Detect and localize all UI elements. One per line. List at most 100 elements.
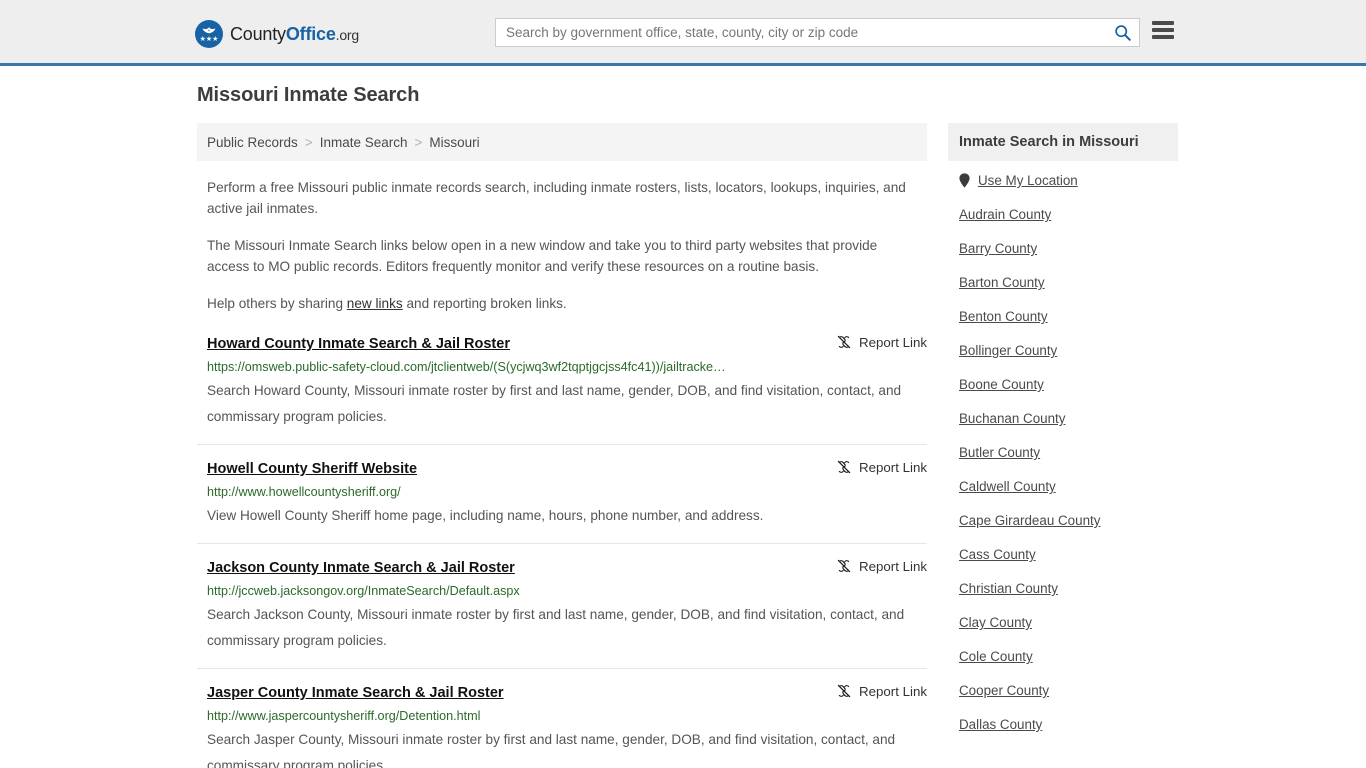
logo-text-org: .org xyxy=(335,26,360,43)
result-description: Search Jackson County, Missouri inmate r… xyxy=(207,607,905,648)
breadcrumb-item-missouri: Missouri xyxy=(429,134,480,150)
sidebar-item-county[interactable]: Buchanan County xyxy=(959,411,1178,426)
report-link-button[interactable]: Report Link xyxy=(836,683,927,699)
stars-glyph: ★★★ xyxy=(199,36,219,43)
broken-link-icon xyxy=(837,460,851,474)
result-header: Jackson County Inmate Search & Jail Rost… xyxy=(207,558,927,578)
result-header: Howard County Inmate Search & Jail Roste… xyxy=(207,334,927,354)
sidebar: Inmate Search in Missouri Use My Locatio… xyxy=(948,123,1178,751)
content-container: Missouri Inmate Search Public Records > … xyxy=(188,66,1178,768)
sidebar-item-county[interactable]: Butler County xyxy=(959,445,1178,460)
result-description: View Howell County Sheriff home page, in… xyxy=(207,508,764,523)
sidebar-item-county[interactable]: Benton County xyxy=(959,309,1178,324)
county-link[interactable]: Cass County xyxy=(959,547,1036,562)
intro-paragraph-2: The Missouri Inmate Search links below o… xyxy=(207,238,878,274)
logo-text-office: Office xyxy=(285,23,336,44)
county-link[interactable]: Barry County xyxy=(959,241,1037,256)
county-link[interactable]: Barton County xyxy=(959,275,1045,290)
sidebar-item-county[interactable]: Clay County xyxy=(959,615,1178,630)
search-input[interactable] xyxy=(496,19,1105,46)
result-item: Jasper County Inmate Search & Jail Roste… xyxy=(197,668,927,768)
site-header: ★★★ CountyOffice.org xyxy=(0,0,1366,66)
report-link-button[interactable]: Report Link xyxy=(836,558,927,574)
map-pin-icon xyxy=(959,173,970,188)
county-link[interactable]: Boone County xyxy=(959,377,1044,392)
breadcrumb: Public Records > Inmate Search > Missour… xyxy=(197,123,927,161)
result-url: http://www.jaspercountysheriff.org/Deten… xyxy=(207,709,481,723)
sidebar-title: Inmate Search in Missouri xyxy=(948,123,1178,161)
result-url: https://omsweb.public-safety-cloud.com/j… xyxy=(207,360,726,374)
county-link[interactable]: Caldwell County xyxy=(959,479,1056,494)
sidebar-item-county[interactable]: Caldwell County xyxy=(959,479,1178,494)
intro-p3-after: and reporting broken links. xyxy=(402,296,567,311)
result-header: Jasper County Inmate Search & Jail Roste… xyxy=(207,683,927,703)
county-link[interactable]: Cape Girardeau County xyxy=(959,513,1100,528)
county-link[interactable]: Cooper County xyxy=(959,683,1049,698)
report-link-button[interactable]: Report Link xyxy=(836,459,927,475)
result-list: Howard County Inmate Search & Jail Roste… xyxy=(197,330,927,768)
intro-paragraph-3: Help others by sharing new links and rep… xyxy=(207,293,907,314)
sidebar-item-county[interactable]: Cass County xyxy=(959,547,1178,562)
hamburger-bar xyxy=(1152,28,1174,32)
hamburger-bar xyxy=(1152,35,1174,39)
intro-text: Perform a free Missouri public inmate re… xyxy=(197,161,927,314)
logo-text-county: County xyxy=(230,23,286,44)
hamburger-bar xyxy=(1152,21,1174,25)
sidebar-list: Use My Location Audrain County Barry Cou… xyxy=(948,161,1178,732)
breadcrumb-separator: > xyxy=(304,134,313,150)
breadcrumb-item-public-records[interactable]: Public Records xyxy=(207,135,298,150)
result-title-link[interactable]: Howell County Sheriff Website xyxy=(207,459,417,479)
report-link-label: Report Link xyxy=(859,459,927,475)
county-link[interactable]: Benton County xyxy=(959,309,1048,324)
breadcrumb-item-inmate-search[interactable]: Inmate Search xyxy=(320,135,408,150)
broken-link-icon xyxy=(837,684,851,698)
sidebar-item-use-my-location[interactable]: Use My Location xyxy=(959,173,1178,188)
broken-link-icon xyxy=(837,559,851,573)
sidebar-item-county[interactable]: Cooper County xyxy=(959,683,1178,698)
county-link[interactable]: Christian County xyxy=(959,581,1058,596)
county-link[interactable]: Audrain County xyxy=(959,207,1051,222)
search-button[interactable] xyxy=(1105,19,1139,46)
search-icon xyxy=(1114,25,1131,41)
sidebar-item-county[interactable]: Boone County xyxy=(959,377,1178,392)
sidebar-item-county[interactable]: Barry County xyxy=(959,241,1178,256)
result-item: Howard County Inmate Search & Jail Roste… xyxy=(197,330,927,444)
intro-p3-before: Help others by sharing xyxy=(207,296,347,311)
report-link-label: Report Link xyxy=(859,334,927,350)
result-item: Howell County Sheriff Website Report Lin… xyxy=(197,444,927,543)
report-link-label: Report Link xyxy=(859,558,927,574)
search-bar[interactable] xyxy=(495,18,1140,47)
breadcrumb-separator: > xyxy=(414,134,423,150)
county-link[interactable]: Butler County xyxy=(959,445,1040,460)
sidebar-item-county[interactable]: Dallas County xyxy=(959,717,1178,732)
result-description: Search Howard County, Missouri inmate ro… xyxy=(207,383,902,424)
two-column-layout: Public Records > Inmate Search > Missour… xyxy=(188,123,1178,768)
county-link[interactable]: Bollinger County xyxy=(959,343,1057,358)
sidebar-item-county[interactable]: Cape Girardeau County xyxy=(959,513,1178,528)
county-link[interactable]: Cole County xyxy=(959,649,1033,664)
sidebar-item-county[interactable]: Cole County xyxy=(959,649,1178,664)
new-links-link[interactable]: new links xyxy=(347,296,403,311)
county-link[interactable]: Clay County xyxy=(959,615,1032,630)
report-link-label: Report Link xyxy=(859,683,927,699)
result-header: Howell County Sheriff Website Report Lin… xyxy=(207,459,927,479)
county-link[interactable]: Dallas County xyxy=(959,717,1042,732)
site-logo[interactable]: ★★★ CountyOffice.org xyxy=(195,20,359,48)
sidebar-item-county[interactable]: Audrain County xyxy=(959,207,1178,222)
sidebar-item-county[interactable]: Christian County xyxy=(959,581,1178,596)
use-my-location-link[interactable]: Use My Location xyxy=(978,173,1078,188)
eagle-seal-icon: ★★★ xyxy=(195,20,223,48)
main-column: Public Records > Inmate Search > Missour… xyxy=(197,123,927,768)
logo-text: CountyOffice.org xyxy=(230,24,359,45)
result-description: Search Jasper County, Missouri inmate ro… xyxy=(207,732,896,768)
report-link-button[interactable]: Report Link xyxy=(836,334,927,350)
hamburger-menu-icon[interactable] xyxy=(1152,21,1174,39)
result-url: http://jccweb.jacksongov.org/InmateSearc… xyxy=(207,584,520,598)
result-item: Jackson County Inmate Search & Jail Rost… xyxy=(197,543,927,668)
sidebar-item-county[interactable]: Barton County xyxy=(959,275,1178,290)
result-title-link[interactable]: Howard County Inmate Search & Jail Roste… xyxy=(207,334,510,354)
sidebar-item-county[interactable]: Bollinger County xyxy=(959,343,1178,358)
county-link[interactable]: Buchanan County xyxy=(959,411,1065,426)
result-title-link[interactable]: Jackson County Inmate Search & Jail Rost… xyxy=(207,558,515,578)
result-title-link[interactable]: Jasper County Inmate Search & Jail Roste… xyxy=(207,683,504,703)
